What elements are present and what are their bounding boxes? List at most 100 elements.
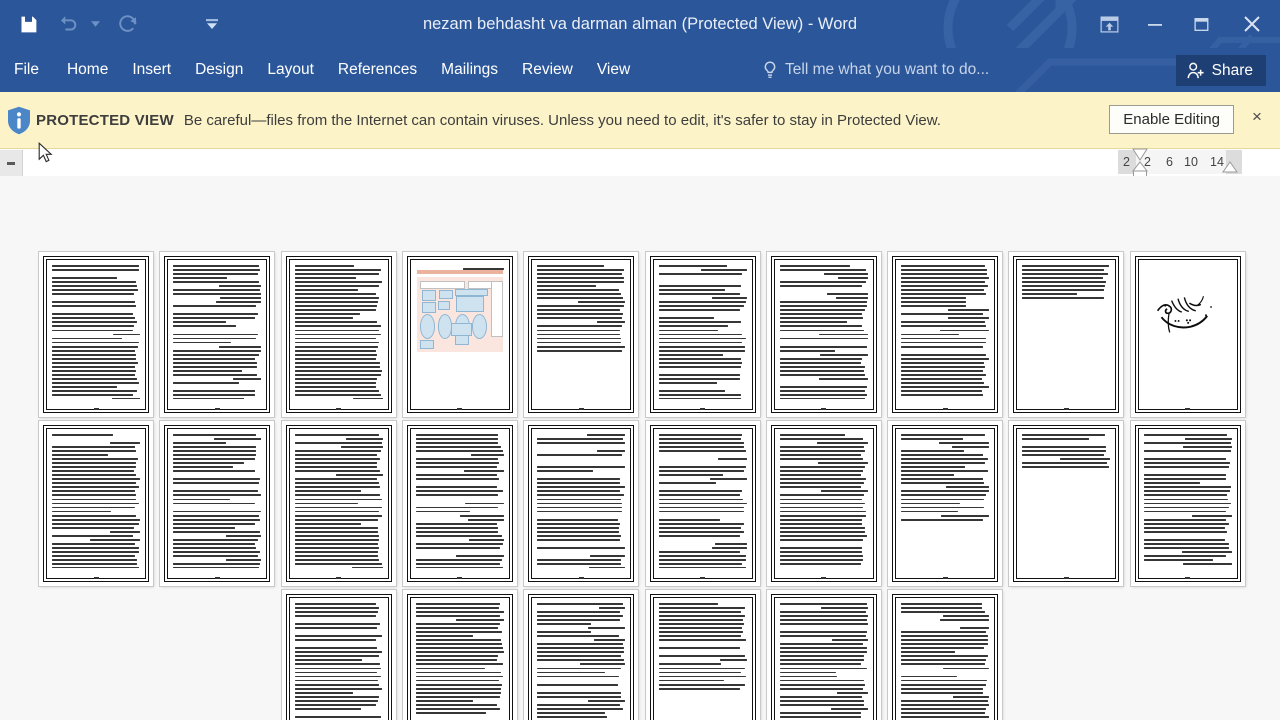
text-line xyxy=(537,329,621,332)
page-thumbnail-18[interactable] xyxy=(888,421,1003,586)
text-line xyxy=(294,305,378,308)
page-thumbnail-13[interactable] xyxy=(281,421,396,586)
customize-qat-icon[interactable] xyxy=(192,4,232,44)
text-line xyxy=(658,506,745,509)
redo-icon[interactable] xyxy=(108,4,148,44)
page-thumbnail-12[interactable] xyxy=(160,421,275,586)
page-thumbnail-5[interactable] xyxy=(524,252,639,417)
text-line xyxy=(578,301,626,304)
tab-insert[interactable]: Insert xyxy=(120,48,183,92)
page-thumbnail-20[interactable] xyxy=(1130,421,1245,586)
text-line xyxy=(109,442,140,444)
page-thumbnail-26[interactable] xyxy=(888,590,1003,720)
page-thumbnail-3[interactable] xyxy=(281,252,396,417)
text-line xyxy=(173,462,244,465)
text-line xyxy=(779,623,868,626)
text-line xyxy=(537,442,626,444)
page-thumbnail-10[interactable] xyxy=(1130,252,1245,417)
page-thumbnail-23[interactable] xyxy=(524,590,639,720)
page-number-mark xyxy=(650,577,756,579)
text-line xyxy=(901,679,988,682)
banner-close-icon[interactable]: × xyxy=(1246,106,1268,128)
ribbon-display-options-icon[interactable] xyxy=(1086,0,1132,48)
page-thumbnail-21[interactable] xyxy=(281,590,396,720)
text-line xyxy=(294,542,379,545)
text-line xyxy=(173,349,261,352)
page-number-mark xyxy=(528,577,634,579)
page-thumbnail-14[interactable] xyxy=(402,421,517,586)
page-thumbnail-2[interactable] xyxy=(160,252,275,417)
page-thumbnail-1[interactable] xyxy=(39,252,153,417)
tab-design[interactable]: Design xyxy=(183,48,255,92)
text-line xyxy=(294,309,376,312)
document-canvas[interactable] xyxy=(0,176,1280,720)
save-icon[interactable] xyxy=(8,4,48,44)
horizontal-ruler[interactable]: 2 2 6 10 14 xyxy=(1118,148,1242,180)
tell-me-search[interactable]: Tell me what you want to do... xyxy=(762,48,989,92)
text-line xyxy=(52,353,136,356)
text-line xyxy=(1143,518,1226,521)
text-line xyxy=(226,558,262,561)
text-line xyxy=(818,333,868,336)
text-line xyxy=(942,615,990,617)
text-line xyxy=(1182,446,1232,448)
text-line xyxy=(173,313,258,316)
text-line xyxy=(52,482,136,485)
page-thumbnail-22[interactable] xyxy=(402,590,517,720)
text-line xyxy=(1022,281,1106,284)
diagram-body xyxy=(416,277,504,352)
share-button[interactable]: Share xyxy=(1175,55,1266,86)
page-thumbnail-15[interactable] xyxy=(524,421,639,586)
text-line xyxy=(294,498,383,501)
tab-layout[interactable]: Layout xyxy=(255,48,326,92)
text-line xyxy=(658,554,747,557)
page-thumbnail-16[interactable] xyxy=(645,421,760,586)
page-thumbnail-grid[interactable] xyxy=(0,176,1280,720)
minimize-icon[interactable] xyxy=(1132,0,1178,48)
tab-stop-selector[interactable] xyxy=(0,150,23,177)
text-line xyxy=(52,490,136,493)
page-thumbnail-9[interactable] xyxy=(1009,252,1124,417)
close-icon[interactable] xyxy=(1224,0,1280,48)
text-line xyxy=(415,450,504,453)
tab-view[interactable]: View xyxy=(585,48,642,92)
text-line xyxy=(52,567,139,568)
page-thumbnail-8[interactable] xyxy=(888,252,1003,417)
page-thumbnail-24[interactable] xyxy=(645,590,760,720)
tab-review[interactable]: Review xyxy=(510,48,585,92)
text-line xyxy=(294,381,376,384)
text-line xyxy=(901,353,987,356)
tab-home[interactable]: Home xyxy=(55,48,120,92)
undo-icon[interactable] xyxy=(48,4,88,44)
tab-mailings[interactable]: Mailings xyxy=(429,48,510,92)
text-line xyxy=(659,651,747,653)
page-thumbnail-7[interactable] xyxy=(766,252,881,417)
enable-editing-button[interactable]: Enable Editing xyxy=(1109,105,1234,134)
tab-file[interactable]: File xyxy=(0,48,55,92)
page-thumbnail-11[interactable] xyxy=(39,421,153,586)
page-content xyxy=(770,256,877,413)
page-content xyxy=(285,594,392,720)
page-thumbnail-19[interactable] xyxy=(1009,421,1124,586)
tab-references[interactable]: References xyxy=(326,48,429,92)
page-thumbnail-25[interactable] xyxy=(766,590,881,720)
restore-icon[interactable] xyxy=(1178,0,1224,48)
text-line xyxy=(537,563,622,565)
window-controls[interactable] xyxy=(1086,0,1280,48)
page-thumbnail-6[interactable] xyxy=(645,252,760,417)
page-thumbnail-4[interactable] xyxy=(402,252,517,417)
text-line xyxy=(1022,265,1109,267)
text-line xyxy=(52,277,118,279)
text-line xyxy=(537,325,623,328)
text-line xyxy=(52,297,140,299)
text-line xyxy=(537,313,623,316)
quick-access-toolbar[interactable] xyxy=(0,0,232,48)
ribbon-tabs[interactable]: File Home Insert Design Layout Reference… xyxy=(0,48,642,92)
text-line xyxy=(1143,542,1229,545)
text-line xyxy=(819,377,868,380)
undo-dropdown-icon[interactable] xyxy=(88,4,102,44)
text-line xyxy=(537,490,621,493)
page-text-block xyxy=(537,265,626,399)
page-thumbnail-17[interactable] xyxy=(766,421,881,586)
text-line xyxy=(294,607,380,609)
